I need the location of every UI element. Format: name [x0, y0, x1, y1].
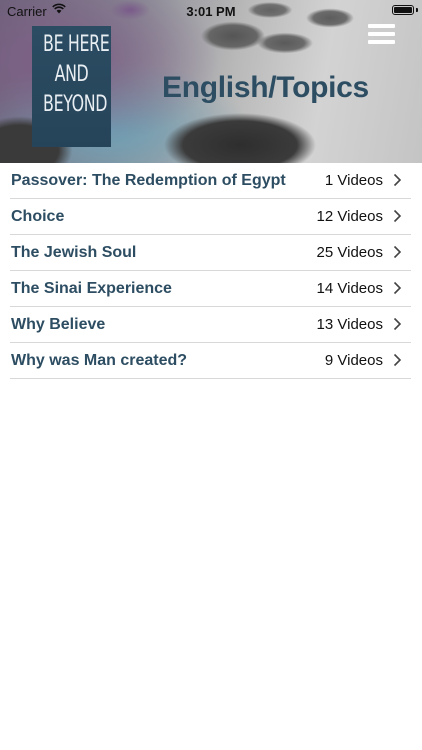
- chevron-right-icon: [393, 353, 402, 367]
- chevron-right-icon: [393, 173, 402, 187]
- list-item[interactable]: Choice 12 Videos: [10, 199, 411, 235]
- chevron-right-icon: [393, 209, 402, 223]
- status-bar: Carrier 3:01 PM: [0, 0, 422, 22]
- video-count: 9 Videos: [324, 352, 383, 369]
- topic-title: Why Believe: [11, 316, 106, 333]
- logo-line: AND: [54, 62, 89, 87]
- topic-list: Passover: The Redemption of Egypt 1 Vide…: [0, 163, 422, 379]
- topic-title: Choice: [11, 208, 65, 225]
- list-item[interactable]: Passover: The Redemption of Egypt 1 Vide…: [10, 163, 411, 199]
- topic-title: The Jewish Soul: [11, 244, 137, 261]
- list-item[interactable]: Why was Man created? 9 Videos: [10, 343, 411, 379]
- video-count: 25 Videos: [316, 244, 383, 261]
- list-item[interactable]: The Jewish Soul 25 Videos: [10, 235, 411, 271]
- battery-icon: [392, 5, 414, 15]
- app-logo: BE HERE AND BEYOND: [32, 26, 111, 147]
- video-count: 13 Videos: [316, 316, 383, 333]
- topic-title: Why was Man created?: [11, 352, 188, 369]
- logo-line: BEYOND: [43, 92, 108, 117]
- topic-title: The Sinai Experience: [11, 280, 172, 297]
- chevron-right-icon: [393, 317, 402, 331]
- list-item[interactable]: The Sinai Experience 14 Videos: [10, 271, 411, 307]
- video-count: 12 Videos: [316, 208, 383, 225]
- battery-tip: [416, 8, 418, 12]
- list-item[interactable]: Why Believe 13 Videos: [10, 307, 411, 343]
- video-count: 1 Videos: [324, 172, 383, 189]
- status-time: 3:01 PM: [186, 4, 236, 19]
- header: Carrier 3:01 PM BE HERE AND BEYOND Engli…: [0, 0, 422, 163]
- logo-line: BE HERE: [43, 32, 110, 57]
- video-count: 14 Videos: [316, 280, 383, 297]
- page-title: English/Topics: [162, 71, 369, 104]
- chevron-right-icon: [393, 281, 402, 295]
- topic-title: Passover: The Redemption of Egypt: [11, 172, 286, 189]
- chevron-right-icon: [393, 245, 402, 259]
- hamburger-menu-icon[interactable]: [368, 24, 395, 46]
